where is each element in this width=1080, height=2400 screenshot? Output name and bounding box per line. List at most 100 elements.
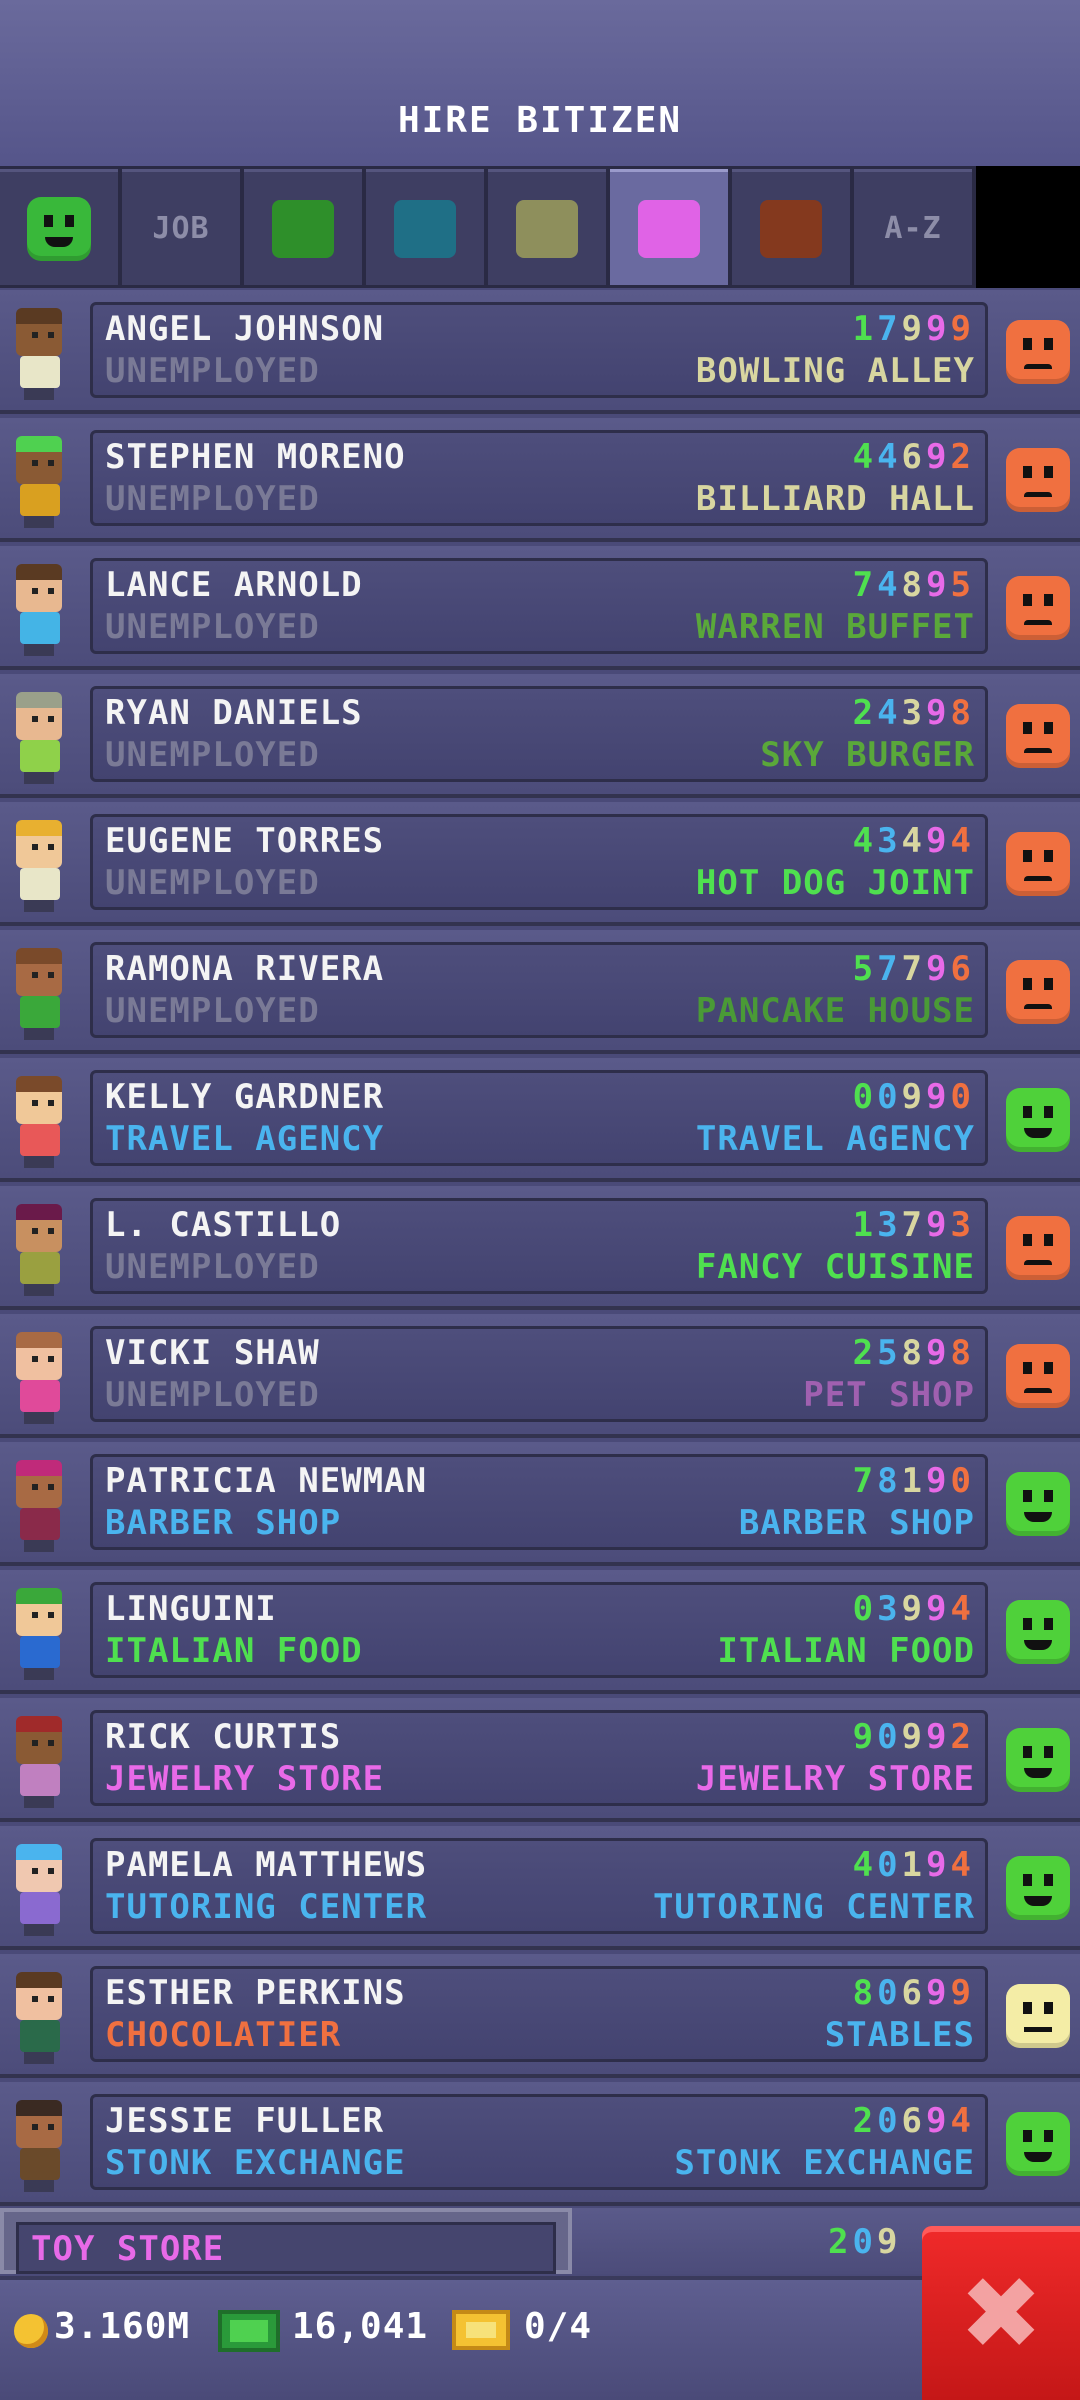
bitizen-name: ESTHER PERKINS — [105, 1973, 406, 2013]
bitizen-row[interactable]: KELLY GARDNER TRAVEL AGENCY 00990 TRAVEL AG… — [0, 1058, 1080, 1182]
bitizen-info-plate: PATRICIA NEWMAN BARBER SHOP 78190 BARBER SH… — [90, 1454, 988, 1550]
color-swatch-icon — [760, 199, 822, 258]
bitizen-avatar — [10, 1972, 68, 2064]
bitizen-row[interactable]: PAMELA MATTHEWS TUTORING CENTER 40194 TUTOR… — [0, 1826, 1080, 1950]
happy-face-icon — [1006, 1728, 1070, 1792]
bux-balance: 16,041 — [292, 2306, 429, 2347]
bitizen-dream-job: PET SHOP — [803, 1375, 975, 1415]
page-title: HIRE BITIZEN — [397, 100, 683, 141]
bitizen-info-plate: L. CASTILLO UNEMPLOYED 13793 FANCY CUISINE — [90, 1198, 988, 1294]
bitizen-current-job: UNEMPLOYED — [105, 735, 320, 775]
sad-face-icon — [1006, 1344, 1070, 1408]
bitizen-row[interactable]: LANCE ARNOLD UNEMPLOYED 74895 WARREN BUFFET — [0, 546, 1080, 670]
bitizen-row[interactable]: EUGENE TORRES UNEMPLOYED 43494 HOT DOG JOIN… — [0, 802, 1080, 926]
bitizen-current-job: UNEMPLOYED — [105, 991, 320, 1031]
bitizen-dream-job: BARBER SHOP — [738, 1503, 975, 1543]
partial-row-job: TOY STORE — [31, 2229, 225, 2269]
bitizen-id: 74895 — [852, 565, 975, 605]
bitizen-row[interactable]: RICK CURTIS JEWELRY STORE 90992 JEWELRY STO… — [0, 1698, 1080, 1822]
tab-color-3[interactable] — [366, 169, 484, 285]
tab-job[interactable]: JOB — [122, 169, 240, 285]
partial-list-row[interactable]: TOY STORE 209 — [0, 2208, 1080, 2274]
bitizen-id: 78190 — [852, 1461, 975, 1501]
coin-icon — [14, 2314, 48, 2348]
bitizen-name: PATRICIA NEWMAN — [105, 1461, 428, 1501]
bitizen-name: RICK CURTIS — [105, 1717, 342, 1757]
bitizen-info-plate: KELLY GARDNER TRAVEL AGENCY 00990 TRAVEL AG… — [90, 1070, 988, 1166]
happy-face-icon — [1006, 1600, 1070, 1664]
tab-color-2[interactable] — [244, 169, 362, 285]
bitizen-row[interactable]: JESSIE FULLER STONK EXCHANGE 20694 STONK EX… — [0, 2082, 1080, 2206]
color-swatch-icon — [394, 199, 456, 258]
bitizen-dream-job: STABLES — [824, 2015, 975, 2055]
sad-face-icon — [1006, 832, 1070, 896]
bitizen-dream-job: STONK EXCHANGE — [674, 2143, 975, 2183]
bitizen-info-plate: PAMELA MATTHEWS TUTORING CENTER 40194 TUTOR… — [90, 1838, 988, 1934]
tab-mood[interactable] — [0, 169, 118, 285]
color-swatch-icon — [638, 199, 700, 258]
bitizen-name: PAMELA MATTHEWS — [105, 1845, 428, 1885]
bitizen-dream-job: PANCAKE HOUSE — [695, 991, 975, 1031]
color-swatch-icon — [272, 199, 334, 258]
bitizen-row[interactable]: STEPHEN MORENO UNEMPLOYED 44692 BILLIARD HA… — [0, 418, 1080, 542]
bottom-bar: 3.160M 16,041 0/4 — [0, 2276, 1080, 2400]
bitizen-current-job: UNEMPLOYED — [105, 1375, 320, 1415]
bitizen-row[interactable]: L. CASTILLO UNEMPLOYED 13793 FANCY CUISINE — [0, 1186, 1080, 1310]
bitizen-row[interactable]: ESTHER PERKINS CHOCOLATIER 80699 STABLES — [0, 1954, 1080, 2078]
bitizen-id: 44692 — [852, 437, 975, 477]
bitizen-dream-job: WARREN BUFFET — [695, 607, 975, 647]
header-bar: HIRE BITIZEN — [0, 0, 1080, 166]
bitizen-avatar — [10, 948, 68, 1040]
bitizen-avatar — [10, 564, 68, 656]
tab-label: A-Z — [884, 211, 942, 246]
bitizen-info-plate: RAMONA RIVERA UNEMPLOYED 57796 PANCAKE HOUS… — [90, 942, 988, 1038]
bitizen-avatar — [10, 1716, 68, 1808]
meh-face-icon — [1006, 1984, 1070, 2048]
bitizen-dream-job: BOWLING ALLEY — [695, 351, 975, 391]
bitizen-current-job: UNEMPLOYED — [105, 479, 320, 519]
bitizen-row[interactable]: ANGEL JOHNSON UNEMPLOYED 17999 BOWLING ALLE… — [0, 290, 1080, 414]
bitizen-info-plate: RICK CURTIS JEWELRY STORE 90992 JEWELRY STO… — [90, 1710, 988, 1806]
bitizen-current-job: TUTORING CENTER — [105, 1887, 428, 1927]
bitizen-id: 13793 — [852, 1205, 975, 1245]
bitizen-info-plate: LANCE ARNOLD UNEMPLOYED 74895 WARREN BUFFET — [90, 558, 988, 654]
bitizen-name: RAMONA RIVERA — [105, 949, 385, 989]
bitizen-avatar — [10, 1460, 68, 1552]
partial-row-panel: TOY STORE — [0, 2208, 572, 2274]
bitizen-info-plate: VICKI SHAW UNEMPLOYED 25898 PET SHOP — [90, 1326, 988, 1422]
sad-face-icon — [1006, 704, 1070, 768]
sad-face-icon — [1006, 1216, 1070, 1280]
filter-tabs: JOB A-Z — [0, 166, 1080, 288]
tab-color-6[interactable] — [732, 169, 850, 285]
bitizen-row[interactable]: RYAN DANIELS UNEMPLOYED 24398 SKY BURGER — [0, 674, 1080, 798]
close-button[interactable]: ✖ — [922, 2226, 1080, 2400]
bitizen-info-plate: LINGUINI ITALIAN FOOD 03994 ITALIAN FOOD — [90, 1582, 988, 1678]
bitizen-dream-job: TUTORING CENTER — [652, 1887, 975, 1927]
bitizen-row[interactable]: LINGUINI ITALIAN FOOD 03994 ITALIAN FOOD — [0, 1570, 1080, 1694]
bitizen-row[interactable]: VICKI SHAW UNEMPLOYED 25898 PET SHOP — [0, 1314, 1080, 1438]
happy-face-icon — [27, 196, 91, 261]
tab-color-5[interactable] — [610, 169, 728, 285]
tab-a-z[interactable]: A-Z — [854, 169, 972, 285]
bitizen-info-plate: JESSIE FULLER STONK EXCHANGE 20694 STONK EX… — [90, 2094, 988, 2190]
ticket-count: 0/4 — [524, 2306, 593, 2347]
tab-color-4[interactable] — [488, 169, 606, 285]
bitizen-current-job: CHOCOLATIER — [105, 2015, 342, 2055]
bitizen-id: 17999 — [852, 309, 975, 349]
bitizen-name: EUGENE TORRES — [105, 821, 385, 861]
bitizen-current-job: TRAVEL AGENCY — [105, 1119, 385, 1159]
sad-face-icon — [1006, 448, 1070, 512]
bitizen-name: ANGEL JOHNSON — [105, 309, 385, 349]
bitizen-current-job: BARBER SHOP — [105, 1503, 342, 1543]
sad-face-icon — [1006, 576, 1070, 640]
bitizen-avatar — [10, 1844, 68, 1936]
bitizen-name: L. CASTILLO — [105, 1205, 342, 1245]
bitizen-current-job: UNEMPLOYED — [105, 607, 320, 647]
bitizen-current-job: ITALIAN FOOD — [105, 1631, 363, 1671]
bitizen-avatar — [10, 1588, 68, 1680]
bitizen-avatar — [10, 692, 68, 784]
bitizen-name: LANCE ARNOLD — [105, 565, 363, 605]
bitizen-row[interactable]: RAMONA RIVERA UNEMPLOYED 57796 PANCAKE HOUS… — [0, 930, 1080, 1054]
bitizen-dream-job: FANCY CUISINE — [695, 1247, 975, 1287]
bitizen-row[interactable]: PATRICIA NEWMAN BARBER SHOP 78190 BARBER SH… — [0, 1442, 1080, 1566]
